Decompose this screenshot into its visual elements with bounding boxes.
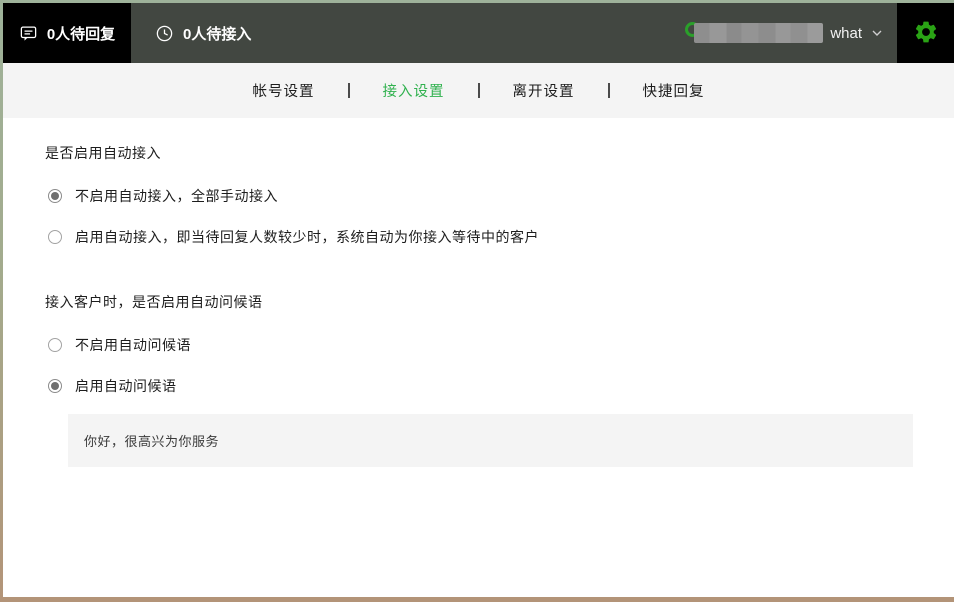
greeting-heading: 接入客户时，是否启用自动问候语 [45,292,954,312]
radio-option-no-greeting[interactable]: 不启用自动问候语 [48,335,954,355]
tab-away-settings[interactable]: 离开设置 [513,80,575,101]
radio-label: 启用自动问候语 [75,376,177,396]
gear-icon [913,19,939,45]
account-name: what [830,25,862,42]
redacted-account-name [694,23,823,43]
auto-connect-heading: 是否启用自动接入 [45,143,954,163]
chat-bubble-icon [19,24,38,43]
topbar: 0人待回复 0人待接入 what [3,3,954,63]
radio-label: 不启用自动接入，全部手动接入 [75,186,278,206]
radio-button[interactable] [48,230,62,244]
radio-button[interactable] [48,379,62,393]
topbar-spacer [251,3,685,63]
app-window: 0人待回复 0人待接入 what 帐号设置 [3,3,954,597]
radio-label: 不启用自动问候语 [75,335,191,355]
radio-button[interactable] [48,189,62,203]
tab-separator [478,83,480,98]
radio-option-enable-greeting[interactable]: 启用自动问候语 [48,376,954,396]
tab-quick-replies[interactable]: 快捷回复 [643,80,705,101]
radio-option-auto-connect[interactable]: 启用自动接入，即当待回复人数较少时，系统自动为你接入等待中的客户 [48,227,954,247]
waiting-connect-label: 0人待接入 [183,23,251,44]
settings-button[interactable] [897,3,954,63]
tab-connect-settings[interactable]: 接入设置 [383,80,445,101]
avatar [685,21,823,45]
chevron-down-icon[interactable] [869,25,885,41]
tab-separator [348,83,350,98]
radio-option-manual-connect[interactable]: 不启用自动接入，全部手动接入 [48,186,954,206]
settings-tabbar: 帐号设置 接入设置 离开设置 快捷回复 [3,63,954,118]
waiting-reply-label: 0人待回复 [47,23,115,44]
radio-button[interactable] [48,338,62,352]
account-menu[interactable]: what [685,3,885,63]
radio-label: 启用自动接入，即当待回复人数较少时，系统自动为你接入等待中的客户 [75,227,539,247]
tab-separator [608,83,610,98]
waiting-reply-counter[interactable]: 0人待回复 [3,3,131,63]
settings-content: 是否启用自动接入 不启用自动接入，全部手动接入 启用自动接入，即当待回复人数较少… [3,118,954,597]
waiting-connect-counter[interactable]: 0人待接入 [131,3,251,63]
greeting-message-box[interactable]: 你好，很高兴为你服务 [68,414,913,467]
tab-account-settings[interactable]: 帐号设置 [253,80,315,101]
clock-icon [155,24,174,43]
